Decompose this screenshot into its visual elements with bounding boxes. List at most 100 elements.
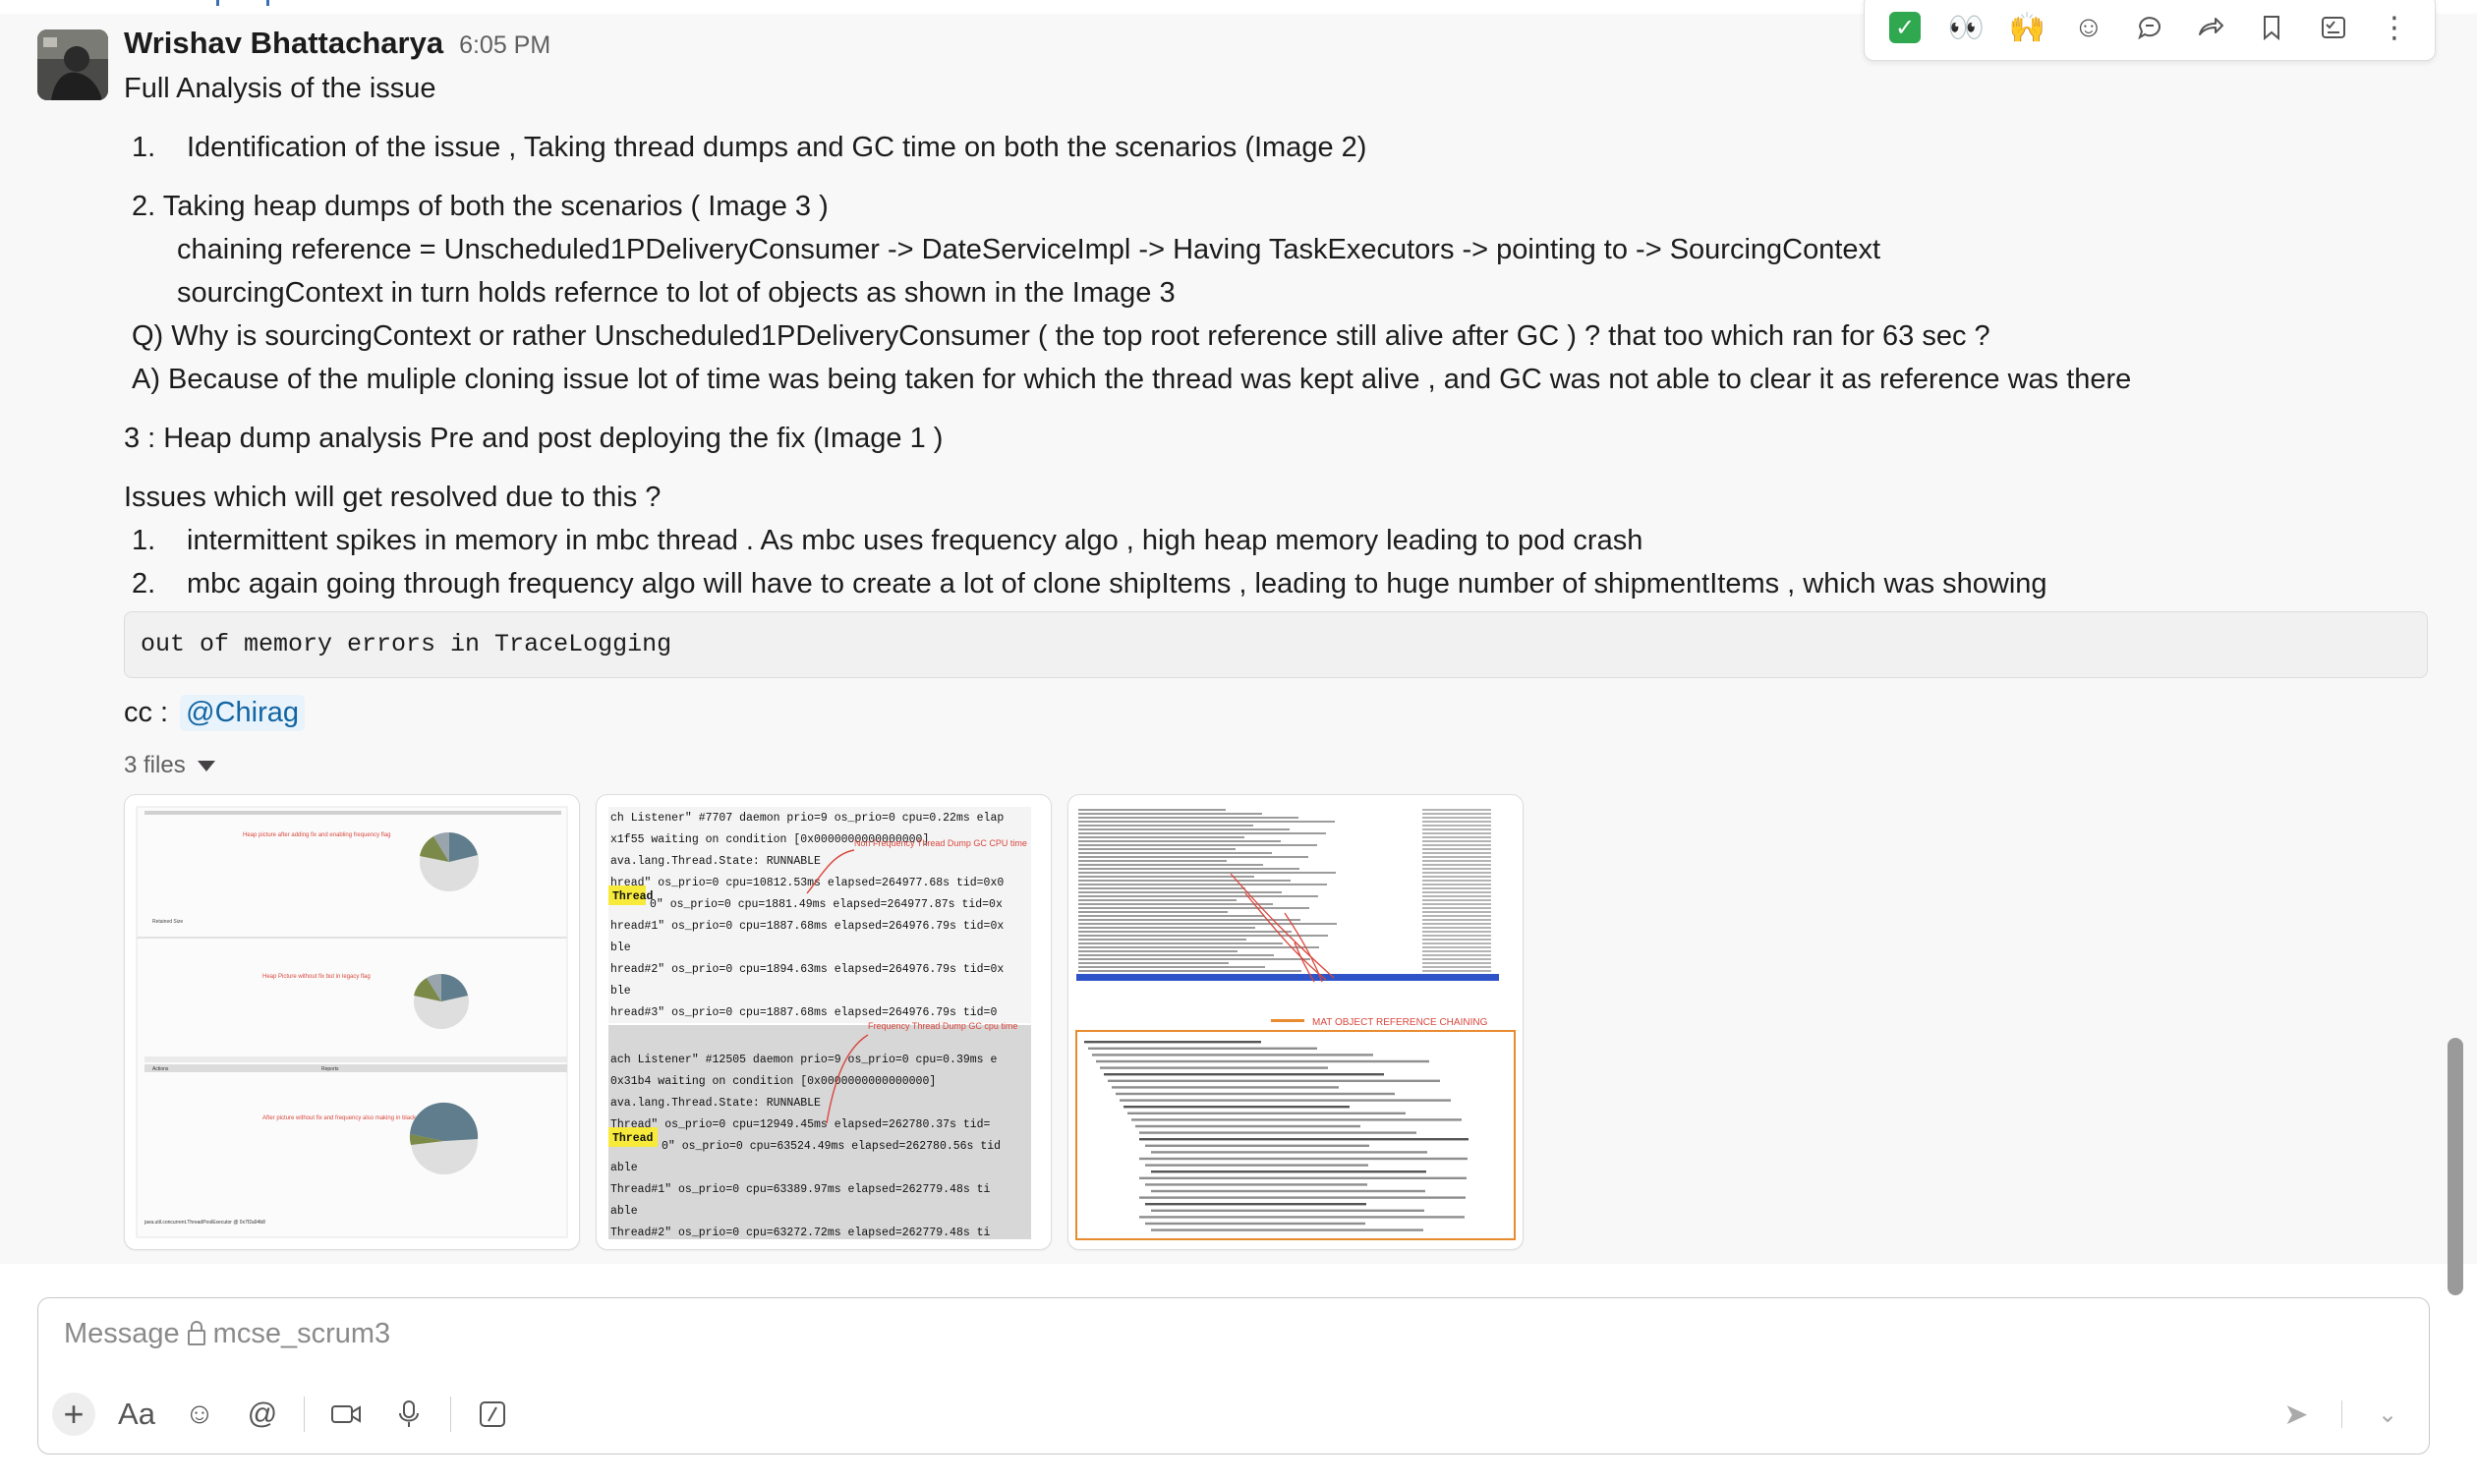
message-line: Full Analysis of the issue — [124, 73, 436, 104]
message-placeholder: Message — [64, 1318, 180, 1349]
mat-tree-row — [1139, 1196, 1466, 1199]
mat-table-values — [1422, 817, 1491, 819]
mat-table-row — [1078, 958, 1310, 960]
mat-table-values — [1422, 876, 1491, 878]
scrollbar-thumb[interactable] — [2448, 1038, 2463, 1295]
list-number: 1. — [132, 525, 156, 556]
mat-table-values — [1422, 935, 1491, 937]
message-line: 3 : Heap dump analysis Pre and post depl… — [124, 423, 944, 454]
file-thumbnail-mat-reference-chaining[interactable]: MAT OBJECT REFERENCE CHAINING — [1067, 794, 1524, 1250]
mat-table-row — [1078, 931, 1292, 933]
list-item: 2. mbc again going through frequency algo… — [124, 562, 2434, 605]
mat-table-values — [1422, 919, 1491, 921]
mat-table-row — [1078, 946, 1319, 948]
video-camera-icon — [331, 1405, 361, 1423]
mat-table-row — [1078, 821, 1335, 823]
file-thumbnail-thread-dumps[interactable]: ch Listener" #7707 daemon prio=9 os_prio… — [596, 794, 1052, 1250]
mat-table-values — [1422, 927, 1491, 929]
reply-in-thread-button[interactable] — [2127, 5, 2172, 50]
formatting-button[interactable]: Aa — [115, 1393, 158, 1436]
mat-table-values — [1422, 852, 1491, 854]
add-to-list-button[interactable] — [2311, 5, 2356, 50]
list-check-icon — [2321, 17, 2345, 38]
mat-table-row — [1078, 899, 1237, 901]
mat-tree-row — [1145, 1144, 1369, 1147]
composer-toolbar: + Aa ☺ @ — [52, 1387, 514, 1442]
mat-table-row — [1078, 848, 1236, 850]
thumb-footer: java.util.concurrent.ThreadPoolExecutor … — [144, 1220, 265, 1226]
mat-table-row — [1078, 828, 1290, 830]
mention-button[interactable]: @ — [241, 1393, 284, 1436]
list-item-text: Identification of the issue , Taking thr… — [187, 132, 1367, 163]
reaction-raised-hands-button[interactable]: 🙌 — [2005, 5, 2050, 50]
send-button[interactable]: ➤ — [2275, 1393, 2318, 1436]
thread-dump-line: hread" os_prio=0 cpu=10812.53ms elapsed=… — [610, 877, 1004, 889]
channel-name: mcse_scrum3 — [212, 1318, 391, 1349]
add-reaction-button[interactable]: ☺ — [2066, 5, 2111, 50]
mat-table-row — [1078, 970, 1301, 972]
svg-text:Retained Size: Retained Size — [152, 919, 183, 925]
mat-table-values — [1422, 891, 1491, 893]
list-item-text: intermittent spikes in memory in mbc thr… — [187, 525, 1643, 556]
mat-table-row — [1078, 903, 1273, 905]
shortcuts-button[interactable] — [471, 1393, 514, 1436]
mat-table-row — [1078, 864, 1263, 866]
mat-table-values — [1422, 931, 1491, 933]
thread-dump-line: ava.lang.Thread.State: RUNNABLE — [610, 855, 821, 868]
eyes-icon: 👀 — [1947, 11, 1985, 44]
mat-tree-row — [1120, 1099, 1451, 1102]
mat-tree-row — [1151, 1189, 1425, 1193]
mat-table-row — [1078, 832, 1326, 834]
mat-table-row — [1078, 895, 1318, 897]
list-item: 2. Taking heap dumps of both the scenari… — [132, 191, 829, 222]
at-sign-icon: @ — [247, 1398, 278, 1430]
message-composer[interactable]: Message mcse_scrum3 + Aa ☺ @ ➤ ⌄ — [37, 1297, 2430, 1455]
mat-table-values — [1422, 864, 1491, 866]
raised-hands-icon: 🙌 — [2008, 11, 2046, 44]
file-thumbnail-heap-pie-charts[interactable]: Heap picture after adding fix and enabli… — [124, 794, 580, 1250]
audio-clip-button[interactable] — [387, 1393, 431, 1436]
mat-table-values — [1422, 872, 1491, 874]
save-for-later-button[interactable] — [2249, 5, 2294, 50]
mat-tree-row — [1139, 1138, 1469, 1141]
forward-icon — [2199, 18, 2224, 35]
highlight-text: Thread — [612, 1132, 654, 1145]
mat-table-values — [1422, 950, 1491, 952]
mat-tree-row — [1088, 1047, 1317, 1050]
mat-table-values — [1422, 828, 1491, 830]
attach-plus-button[interactable]: + — [52, 1393, 95, 1436]
mat-tree-row — [1084, 1041, 1261, 1044]
forward-button[interactable] — [2188, 5, 2233, 50]
mat-table-values — [1422, 946, 1491, 948]
thread-dump-line: able — [610, 1162, 638, 1174]
thread-dump-line: able — [610, 1205, 638, 1218]
mat-table-row — [1078, 844, 1317, 846]
mat-tree-row — [1135, 1124, 1360, 1128]
mat-tree-row — [1145, 1164, 1368, 1167]
mat-tree-row — [1127, 1112, 1406, 1114]
mat-table-row — [1078, 927, 1255, 929]
mat-table-row — [1078, 950, 1238, 952]
more-vertical-icon: ⋮ — [2379, 11, 2409, 44]
mat-tree-row — [1139, 1176, 1467, 1179]
author-name[interactable]: Wrishav Bhattacharya — [124, 26, 443, 61]
reaction-eyes-button[interactable]: 👀 — [1943, 5, 1988, 50]
code-block: out of memory errors in TraceLogging — [124, 611, 2428, 678]
video-clip-button[interactable] — [324, 1393, 368, 1436]
files-toggle[interactable]: 3 files — [124, 747, 215, 784]
message-timestamp[interactable]: 6:05 PM — [459, 31, 550, 60]
emoji-button[interactable]: ☺ — [178, 1393, 221, 1436]
mat-table-values — [1422, 903, 1491, 905]
reaction-check-button[interactable]: ✓ — [1882, 5, 1928, 50]
avatar[interactable] — [37, 29, 108, 100]
mat-tree-row — [1139, 1216, 1465, 1219]
svg-text:Actions: Actions — [152, 1066, 169, 1072]
list-item: 1. Identification of the issue , Taking t… — [124, 126, 2434, 169]
thread-dump-line: hread#2" os_prio=0 cpu=1894.63ms elapsed… — [610, 963, 1004, 976]
message-input[interactable]: Message mcse_scrum3 — [64, 1318, 390, 1350]
user-mention[interactable]: @Chirag — [180, 694, 305, 731]
send-options-button[interactable]: ⌄ — [2366, 1393, 2409, 1436]
more-actions-button[interactable]: ⋮ — [2372, 5, 2417, 50]
thread-dump-line: Thread#2" os_prio=0 cpu=63272.72ms elaps… — [610, 1227, 991, 1239]
mat-tree-row — [1123, 1106, 1350, 1109]
